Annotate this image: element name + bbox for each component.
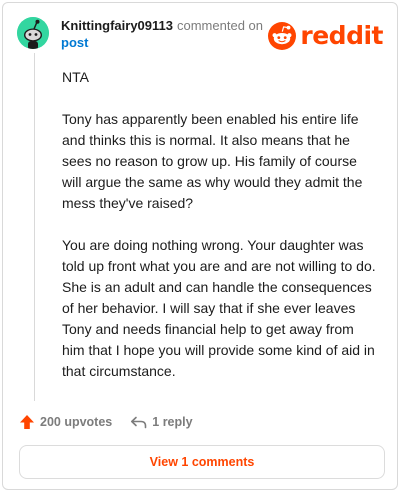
- upvotes-count: 200 upvotes: [40, 415, 113, 429]
- comment-card: Knittingfairy09113 commented on post redd…: [2, 2, 398, 490]
- comment-meta-line: Knittingfairy09113 commented on: [61, 17, 263, 34]
- upvote-button[interactable]: 200 upvotes: [19, 414, 112, 430]
- comment-body: NTA Tony has apparently been enabled his…: [62, 67, 380, 403]
- reddit-wordmark: reddit: [300, 21, 383, 50]
- comment-paragraph: NTA: [62, 69, 89, 85]
- comment-paragraph: You are doing nothing wrong. Your daught…: [62, 237, 376, 379]
- reply-count: 1 reply: [152, 415, 193, 429]
- upvote-arrow-icon: [20, 415, 34, 429]
- user-avatar[interactable]: [17, 17, 49, 49]
- reply-arrow-icon: [131, 416, 147, 429]
- username-link[interactable]: Knittingfairy09113: [61, 18, 173, 33]
- comment-meta: Knittingfairy09113 commented on post: [61, 17, 263, 51]
- commented-on-text: commented on: [177, 18, 263, 33]
- reddit-snoo-icon: [268, 22, 297, 50]
- comment-header: Knittingfairy09113 commented on post redd…: [17, 17, 383, 57]
- comment-paragraph: Tony has apparently been enabled his ent…: [62, 111, 363, 211]
- comment-actions: 200 upvotes 1 reply: [19, 411, 193, 433]
- post-link[interactable]: post: [61, 34, 263, 51]
- view-comments-button[interactable]: View 1 comments: [19, 445, 385, 479]
- thread-line: [34, 53, 35, 401]
- reddit-logo: reddit: [268, 21, 383, 51]
- snoo-avatar-icon: [17, 17, 49, 49]
- reply-button[interactable]: 1 reply: [130, 415, 193, 429]
